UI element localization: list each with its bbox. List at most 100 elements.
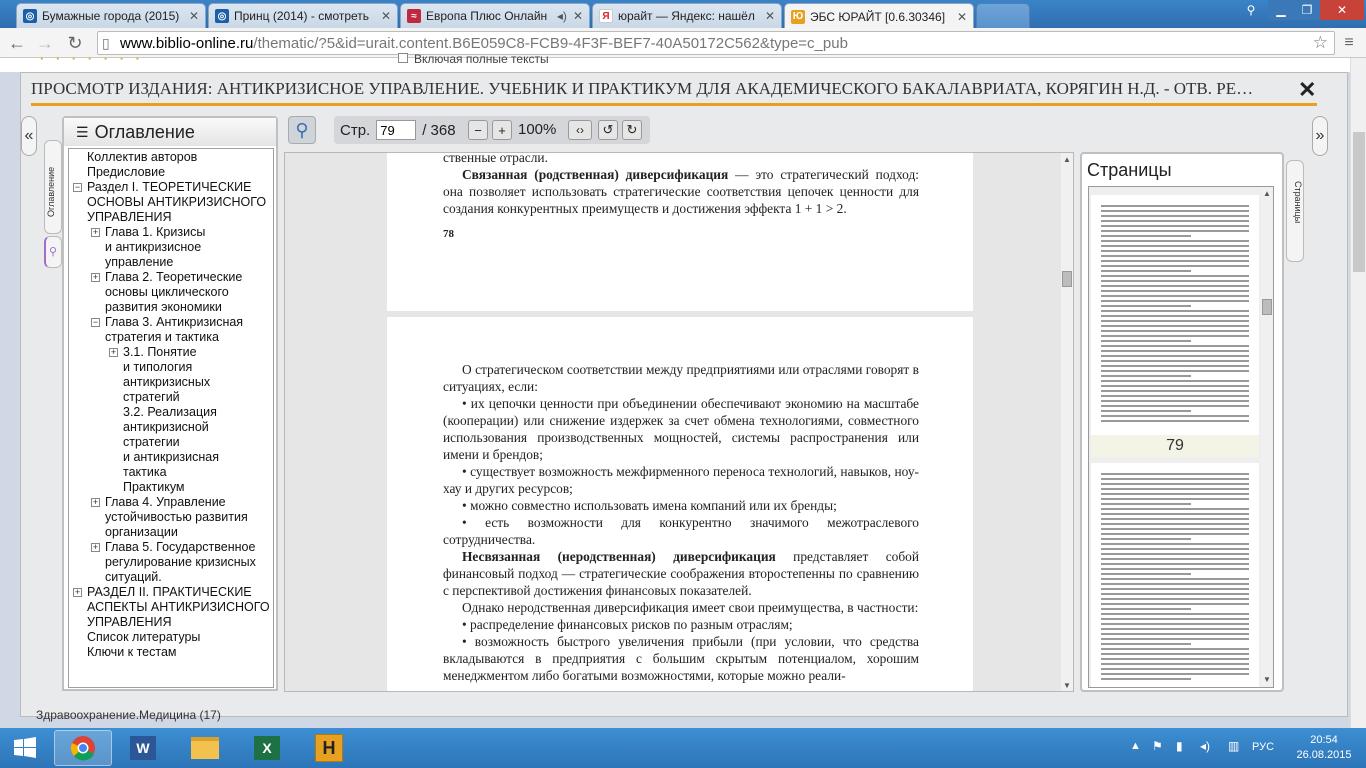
toc-item-line: антикризисной (123, 420, 209, 434)
page-nav-group: Стр. / 368 − + 100% ‹› ↺ ↻ (334, 116, 650, 144)
toc-item-line: и типология (123, 360, 193, 374)
toc-item[interactable]: Ключи к тестам (87, 645, 177, 660)
thumbnail-text-line (1101, 265, 1249, 267)
browser-scrollbar[interactable] (1350, 58, 1366, 728)
toc-expand-toggle-icon[interactable]: + (91, 498, 100, 507)
browser-tab-3[interactable]: ≈ Европа Плюс Онлайн ◂) ✕ (400, 3, 590, 28)
underlying-category-link[interactable]: Здравоохранение.Медицина (17) (36, 708, 221, 722)
thumbnail-scrollbar[interactable]: ▲ ▼ (1261, 187, 1273, 687)
search-in-book-button[interactable]: ⚲ (288, 116, 316, 144)
thumbnail-text-line (1101, 648, 1249, 650)
scroll-up-arrow-icon[interactable]: ▲ (1263, 189, 1271, 198)
collapse-left-panel-button[interactable]: « (21, 116, 37, 156)
toc-expand-toggle-icon[interactable]: + (73, 588, 82, 597)
browser-scroll-thumb[interactable] (1353, 132, 1365, 272)
toc-expand-toggle-icon[interactable]: + (91, 273, 100, 282)
minimize-button[interactable]: ▁ (1268, 0, 1294, 20)
tray-flag-icon[interactable]: ⚑ (1152, 739, 1163, 753)
full-text-checkbox[interactable] (398, 53, 408, 63)
browser-tab-2[interactable]: ◎ Принц (2014) - смотреть ✕ (208, 3, 398, 28)
toc-item-line: Ключи к тестам (87, 645, 177, 659)
toc-item[interactable]: Глава 3. Антикризисная стратегия и тактик… (105, 315, 243, 345)
thumbnail-text-line (1101, 513, 1249, 515)
site-favicon-icon: ◎ (215, 9, 229, 23)
tab-close-icon[interactable]: ✕ (765, 9, 775, 23)
thumbnail-text-line (1101, 538, 1191, 540)
toc-item-line: Глава 4. Управление (105, 495, 226, 509)
window-close-button[interactable]: ✕ (1320, 0, 1364, 20)
thumbnail-text-line (1101, 315, 1249, 317)
tab-close-icon[interactable]: ✕ (957, 10, 967, 24)
scroll-thumb[interactable] (1062, 271, 1072, 287)
rotate-left-button[interactable]: ↺ (598, 120, 618, 140)
new-tab-button[interactable] (976, 3, 1030, 28)
zoom-out-button[interactable]: − (468, 120, 488, 140)
toc-item[interactable]: Коллектив авторов (87, 150, 197, 165)
toc-expand-toggle-icon[interactable]: + (91, 543, 100, 552)
page-78-paragraph: Связанная (родственная) диверсификация —… (443, 166, 919, 217)
page-info-icon[interactable]: ▯ (102, 35, 110, 52)
back-arrow-icon[interactable]: ← (6, 32, 28, 54)
toc-item[interactable]: Предисловие (87, 165, 165, 180)
close-viewer-button[interactable]: ✕ (1298, 77, 1316, 103)
toc-item[interactable]: РАЗДЕЛ II. ПРАКТИЧЕСКИЕ АСПЕКТЫ АНТИКРИЗИ… (87, 585, 270, 630)
scroll-up-arrow-icon[interactable]: ▲ (1063, 155, 1071, 164)
fit-width-button[interactable]: ‹› (568, 120, 592, 140)
word-taskbar-button[interactable]: W (114, 730, 172, 766)
toc-item-line: тактика (123, 465, 167, 479)
system-clock[interactable]: 20:54 26.08.2015 (1296, 733, 1352, 763)
app-h-taskbar-button[interactable]: H (300, 730, 358, 766)
bookmark-star-icon[interactable]: ☆ (1313, 33, 1328, 53)
scroll-down-arrow-icon[interactable]: ▼ (1063, 681, 1071, 690)
menu-icon[interactable]: ≡ (1338, 32, 1360, 54)
tray-volume-icon[interactable]: ◂) (1200, 739, 1210, 753)
tray-battery-icon[interactable]: ▮ (1176, 739, 1183, 753)
toc-item[interactable]: Глава 2. Теоретические основы циклическог… (105, 270, 242, 315)
toc-side-tab[interactable]: Оглавление (44, 140, 62, 234)
toc-expand-toggle-icon[interactable]: + (91, 228, 100, 237)
browser-tab-5-active[interactable]: Ю ЭБС ЮРАЙТ [0.6.30346] ✕ (784, 3, 974, 29)
toc-item[interactable]: Раздел I. ТЕОРЕТИЧЕСКИЕ ОСНОВЫ АНТИКРИЗИС… (87, 180, 266, 225)
toc-item[interactable]: Глава 1. Кризисы и антикризисное управлени… (105, 225, 205, 270)
toc-item[interactable]: 3.2. Реализация антикризисной стратегии и а… (123, 405, 219, 480)
restore-button[interactable]: ❐ (1294, 0, 1320, 20)
scroll-thumb[interactable] (1262, 299, 1272, 315)
toc-expand-toggle-icon[interactable]: − (91, 318, 100, 327)
viewer-scrollbar[interactable]: ▲ ▼ (1061, 153, 1073, 691)
user-profile-icon[interactable]: ⚲ (1238, 0, 1264, 20)
search-side-tab[interactable]: ⚲ (44, 236, 62, 268)
browser-tab-4[interactable]: Я юрайт — Яндекс: нашёл ✕ (592, 3, 782, 28)
scroll-down-arrow-icon[interactable]: ▼ (1263, 675, 1271, 684)
browser-tab-1[interactable]: ◎ Бумажные города (2015) ✕ (16, 3, 206, 28)
rotate-right-button[interactable]: ↻ (622, 120, 642, 140)
tab-close-icon[interactable]: ✕ (189, 9, 199, 23)
toc-item[interactable]: Глава 5. Государственное регулирование кр… (105, 540, 256, 585)
toc-item[interactable]: Список литературы (87, 630, 200, 645)
toc-expand-toggle-icon[interactable]: + (109, 348, 118, 357)
thumbnail-text-line (1101, 518, 1249, 520)
start-button[interactable] (0, 730, 50, 766)
page-thumbnail-80[interactable] (1091, 463, 1259, 687)
expand-right-panel-button[interactable]: » (1312, 116, 1328, 156)
tab-close-icon[interactable]: ✕ (381, 9, 391, 23)
explorer-taskbar-button[interactable] (176, 730, 234, 766)
pages-title: Страницы (1087, 160, 1172, 180)
pages-side-tab[interactable]: Страницы (1286, 160, 1304, 262)
page-thumbnail-79[interactable] (1091, 195, 1259, 435)
address-bar[interactable]: ▯ www.biblio-online.ru/thematic/?5&id=ur… (97, 31, 1335, 55)
toc-item[interactable]: 3.1. Понятие и типология антикризисных стра… (123, 345, 210, 405)
toc-item-line: Список литературы (87, 630, 201, 644)
chrome-taskbar-button[interactable] (54, 730, 112, 766)
thumbnail-text-line (1101, 578, 1249, 580)
page-number-input[interactable] (376, 120, 417, 140)
toc-item[interactable]: Глава 4. Управление устойчивостью развити… (105, 495, 248, 540)
thumbnail-list: 79 ▲ ▼ (1088, 186, 1274, 688)
tray-expand-icon[interactable]: ▲ (1130, 740, 1141, 752)
excel-taskbar-button[interactable]: X (238, 730, 296, 766)
tab-close-icon[interactable]: ✕ (573, 9, 583, 23)
toc-item[interactable]: Практикум (123, 480, 185, 495)
toc-expand-toggle-icon[interactable]: − (73, 183, 82, 192)
tray-network-icon[interactable]: ▥ (1228, 739, 1239, 753)
input-language[interactable]: РУС (1252, 741, 1274, 753)
zoom-in-button[interactable]: + (492, 120, 512, 140)
